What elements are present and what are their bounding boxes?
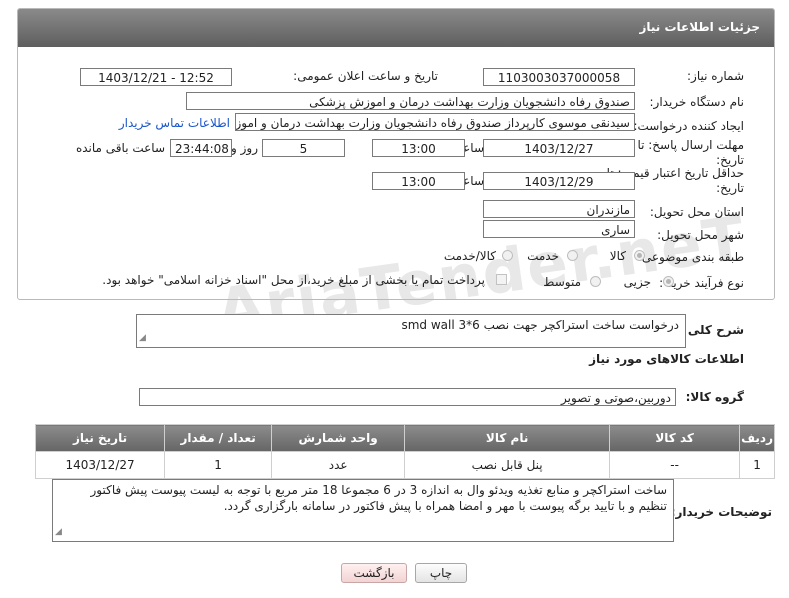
requester-label: ایجاد کننده درخواست: xyxy=(633,119,744,133)
category-service-radio[interactable] xyxy=(567,250,578,261)
goods-table-header: ردیف کد کالا نام کالا واحد شمارش تعداد /… xyxy=(34,424,775,452)
buyer-notes-label: توضیحات خریدار: xyxy=(670,505,772,519)
back-button[interactable]: بازگشت xyxy=(341,563,407,583)
process-medium-label: متوسط xyxy=(543,275,581,289)
price-validity-label-2: تاریخ: xyxy=(716,181,744,195)
remaining-time-field: 23:44:08 xyxy=(170,139,232,157)
announce-date-label: تاریخ و ساعت اعلان عمومی: xyxy=(293,69,438,83)
days-label: روز و xyxy=(231,141,258,155)
delivery-city-field: ساری xyxy=(483,220,635,238)
buyer-org-field: صندوق رفاه دانشجویان وزارت بهداشت درمان … xyxy=(186,92,635,110)
resize-grip-icon[interactable]: ◢ xyxy=(55,524,62,540)
col-qty: تعداد / مقدار xyxy=(164,424,273,452)
remaining-label: ساعت باقی مانده xyxy=(75,141,165,155)
need-number-field: 1103003037000058 xyxy=(483,68,635,86)
need-number-label: شماره نیاز: xyxy=(687,69,744,83)
cell-qty: 1 xyxy=(164,451,273,479)
resize-grip-icon[interactable]: ◢ xyxy=(139,330,146,346)
requester-field: سیدنقی موسوی کارپرداز صندوق رفاه دانشجوی… xyxy=(235,113,635,131)
treasury-payment-note: پرداخت تمام یا بخشی از مبلغ خرید،از محل … xyxy=(102,273,485,287)
reply-days-field: 5 xyxy=(262,139,345,157)
description-textarea[interactable]: درخواست ساخت استراکچر جهت نصب smd wall 3… xyxy=(136,314,686,348)
process-minor-label: جزیی xyxy=(623,275,651,289)
print-button[interactable]: چاپ xyxy=(415,563,467,583)
goods-info-title: اطلاعات کالاهای مورد نیاز xyxy=(589,352,744,366)
reply-time-field: 13:00 xyxy=(372,139,465,157)
table-row: 1 -- پنل قابل نصب عدد 1 1403/12/27 xyxy=(34,451,775,479)
reply-date-field: 1403/12/27 xyxy=(483,139,635,157)
category-goods-service-label: کالا/خدمت xyxy=(443,249,496,263)
cell-row: 1 xyxy=(739,451,775,479)
col-row: ردیف xyxy=(739,424,775,452)
buyer-contact-link[interactable]: اطلاعات تماس خریدار xyxy=(119,116,230,130)
category-label: طبقه بندی موضوعی: xyxy=(637,250,744,264)
category-service-label: خدمت xyxy=(527,249,559,263)
announce-date-field: 1403/12/21 - 12:52 xyxy=(80,68,232,86)
category-goods-radio[interactable] xyxy=(634,250,645,261)
buyer-notes-text: ساخت استراکچر و منابع تغذیه ویدئو وال به… xyxy=(90,483,668,513)
goods-table: ردیف کد کالا نام کالا واحد شمارش تعداد /… xyxy=(34,424,775,479)
process-medium-radio[interactable] xyxy=(590,276,601,287)
goods-group-field: دوربین،صوتی و تصویر xyxy=(139,388,676,406)
cell-code: -- xyxy=(609,451,741,479)
col-date: تاریخ نیاز xyxy=(34,424,166,452)
category-goods-label: کالا xyxy=(609,249,626,263)
category-goods-service-radio[interactable] xyxy=(502,250,513,261)
buyer-org-label: نام دستگاه خریدار: xyxy=(649,95,745,109)
treasury-payment-checkbox[interactable] xyxy=(496,274,507,285)
panel-header: جزئیات اطلاعات نیاز xyxy=(18,9,774,47)
delivery-province-label: استان محل تحویل: xyxy=(649,205,744,219)
col-code: کد کالا xyxy=(609,424,741,452)
cell-name: پنل قابل نصب xyxy=(404,451,611,479)
col-name: نام کالا xyxy=(404,424,611,452)
delivery-province-field: مازندران xyxy=(483,200,635,218)
buyer-notes-textarea[interactable]: ساخت استراکچر و منابع تغذیه ویدئو وال به… xyxy=(52,479,674,542)
goods-group-label: گروه کالا: xyxy=(685,390,744,404)
delivery-city-label: شهر محل تحویل: xyxy=(657,228,744,242)
description-text: درخواست ساخت استراکچر جهت نصب smd wall 3… xyxy=(401,318,679,332)
col-unit: واحد شمارش xyxy=(271,424,406,452)
price-validity-time-field: 13:00 xyxy=(372,172,465,190)
reply-deadline-label-2: تاریخ: xyxy=(716,153,744,167)
process-minor-radio[interactable] xyxy=(663,276,674,287)
reply-deadline-label: مهلت ارسال پاسخ: تا xyxy=(637,138,744,152)
panel-title: جزئیات اطلاعات نیاز xyxy=(639,20,760,34)
cell-date: 1403/12/27 xyxy=(34,451,166,479)
cell-unit: عدد xyxy=(271,451,406,479)
price-validity-date-field: 1403/12/29 xyxy=(483,172,635,190)
